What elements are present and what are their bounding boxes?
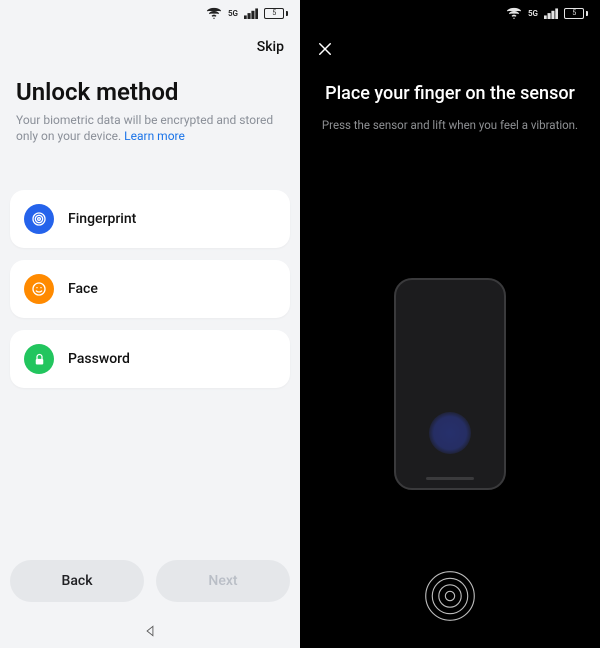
lock-icon xyxy=(24,344,54,374)
close-button[interactable] xyxy=(316,40,334,62)
wifi-icon xyxy=(206,7,222,19)
option-label: Face xyxy=(68,281,98,297)
unlock-options-list: Fingerprint Face Password xyxy=(10,190,290,388)
wifi-icon xyxy=(506,7,522,19)
page-title: Unlock method xyxy=(16,78,284,106)
battery-level: 5 xyxy=(265,9,283,18)
option-label: Fingerprint xyxy=(68,211,136,227)
back-button[interactable]: Back xyxy=(10,560,144,602)
signal-icon xyxy=(244,8,258,19)
page-subtitle: Your biometric data will be encrypted an… xyxy=(16,112,284,144)
fingerprint-enroll-screen: 5G 5 Place your finger on the sensor Pre… xyxy=(300,0,600,648)
footer-buttons: Back Next xyxy=(10,560,290,602)
network-label: 5G xyxy=(228,9,238,18)
battery-indicator: 5 xyxy=(264,8,288,19)
option-label: Password xyxy=(68,351,130,367)
enroll-title: Place your finger on the sensor xyxy=(320,82,580,106)
phone-illustration xyxy=(394,278,506,490)
skip-button[interactable]: Skip xyxy=(257,39,284,55)
battery-indicator: 5 xyxy=(564,8,588,19)
fingerprint-icon xyxy=(24,204,54,234)
learn-more-link[interactable]: Learn more xyxy=(124,129,185,143)
option-fingerprint[interactable]: Fingerprint xyxy=(10,190,290,248)
enroll-subtitle: Press the sensor and lift when you feel … xyxy=(320,118,580,132)
unlock-method-screen: 5G 5 Skip Unlock method Your biometric d… xyxy=(0,0,300,648)
status-bar: 5G 5 xyxy=(0,0,300,26)
signal-icon xyxy=(544,8,558,19)
option-password[interactable]: Password xyxy=(10,330,290,388)
home-indicator-icon xyxy=(426,477,474,480)
dual-screenshot: 5G 5 Skip Unlock method Your biometric d… xyxy=(0,0,600,648)
nav-back-icon[interactable] xyxy=(0,624,300,638)
status-bar: 5G 5 xyxy=(300,0,600,26)
option-face[interactable]: Face xyxy=(10,260,290,318)
network-label: 5G xyxy=(528,9,538,18)
close-icon xyxy=(316,40,334,58)
next-label: Next xyxy=(208,573,237,589)
fingerprint-sensor-icon[interactable] xyxy=(422,568,478,628)
battery-level: 5 xyxy=(565,9,583,18)
next-button[interactable]: Next xyxy=(156,560,290,602)
face-icon xyxy=(24,274,54,304)
back-label: Back xyxy=(62,573,93,589)
fingerprint-spot-icon xyxy=(429,412,471,454)
